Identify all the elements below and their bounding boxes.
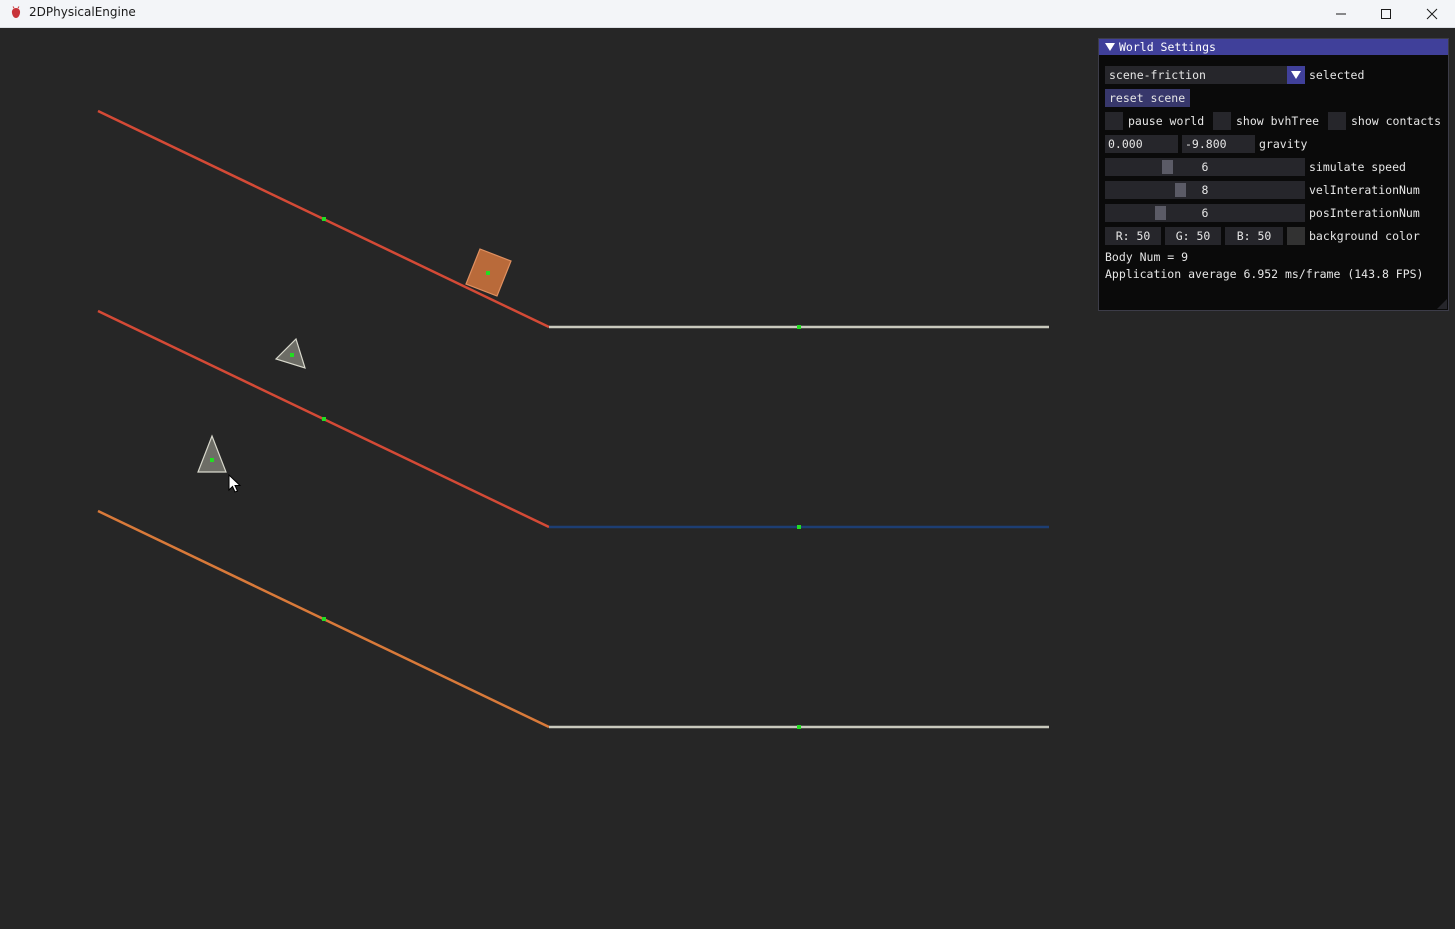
- show-contacts-label: show contacts: [1351, 114, 1442, 128]
- floor-middle-center: [797, 525, 801, 529]
- bg-color-g-input[interactable]: G: 50: [1165, 227, 1221, 245]
- reset-row: reset scene: [1105, 89, 1205, 107]
- slope-top-center: [322, 217, 326, 221]
- show-contacts-checkbox[interactable]: [1328, 112, 1346, 130]
- vel-iteration-row: 8 velInterationNum: [1105, 181, 1445, 199]
- bg-color-g-value: G: 50: [1175, 229, 1211, 243]
- bg-color-label: background color: [1309, 229, 1420, 243]
- bg-color-swatch[interactable]: [1287, 227, 1305, 245]
- triangle-2-center: [210, 458, 214, 462]
- simulate-speed-label: simulate speed: [1309, 160, 1406, 174]
- close-icon: [1426, 8, 1438, 19]
- bg-color-b-input[interactable]: B: 50: [1225, 227, 1283, 245]
- gravity-x-value: 0.000: [1108, 137, 1143, 151]
- simulate-speed-value: 6: [1201, 160, 1209, 174]
- scene-select-value: scene-friction: [1109, 68, 1206, 82]
- scene-select-row: scene-friction selected: [1105, 66, 1445, 84]
- body-num-text: Body Num = 9: [1105, 250, 1189, 264]
- gravity-y-input[interactable]: -9.800: [1182, 135, 1255, 153]
- vel-iteration-label: velInterationNum: [1309, 183, 1420, 197]
- triangle-body-2[interactable]: [197, 434, 227, 473]
- simulate-speed-slider[interactable]: 6: [1105, 158, 1305, 176]
- slope-middle-center: [322, 417, 326, 421]
- vel-iteration-slider[interactable]: 8: [1105, 181, 1305, 199]
- close-button[interactable]: [1409, 0, 1455, 27]
- bg-color-r-input[interactable]: R: 50: [1105, 227, 1161, 245]
- body-num-row: Body Num = 9: [1105, 248, 1445, 266]
- window-title: 2DPhysicalEngine: [29, 5, 136, 19]
- resize-grip[interactable]: [1437, 299, 1447, 309]
- world-settings-panel[interactable]: World Settings scene-friction selected r…: [1098, 38, 1449, 311]
- pause-world-label: pause world: [1128, 114, 1205, 128]
- show-bvhtree-checkbox[interactable]: [1213, 112, 1231, 130]
- panel-title: World Settings: [1119, 40, 1216, 54]
- scene-select[interactable]: scene-friction: [1105, 66, 1287, 84]
- mouse-cursor-icon: [228, 474, 242, 493]
- fps-text: Application average 6.952 ms/frame (143.…: [1105, 267, 1424, 281]
- show-bvhtree-label: show bvhTree: [1236, 114, 1320, 128]
- vel-iteration-value: 8: [1201, 183, 1209, 197]
- pos-iteration-row: 6 posInterationNum: [1105, 204, 1445, 222]
- box-center: [486, 271, 490, 275]
- gravity-label: gravity: [1259, 137, 1308, 151]
- scene-select-label: selected: [1309, 68, 1365, 82]
- simulate-speed-row: 6 simulate speed: [1105, 158, 1445, 176]
- gravity-x-input[interactable]: 0.000: [1105, 135, 1178, 153]
- collapse-arrow-icon[interactable]: [1105, 43, 1115, 52]
- fps-row: Application average 6.952 ms/frame (143.…: [1105, 265, 1445, 283]
- pos-iteration-value: 6: [1201, 206, 1209, 220]
- pos-iteration-label: posInterationNum: [1309, 206, 1420, 220]
- app-icon: [11, 6, 21, 18]
- reset-scene-button[interactable]: reset scene: [1105, 89, 1190, 107]
- gravity-row: 0.000 -9.800 gravity: [1105, 135, 1445, 153]
- checkbox-row: pause world show bvhTree show contacts: [1105, 112, 1445, 130]
- minimize-button[interactable]: [1318, 0, 1364, 27]
- slope-bottom-center: [322, 617, 326, 621]
- bg-color-b-value: B: 50: [1236, 229, 1272, 243]
- chevron-down-icon: [1291, 70, 1301, 79]
- maximize-button[interactable]: [1363, 0, 1409, 27]
- scene-select-arrow[interactable]: [1287, 66, 1305, 84]
- title-bar[interactable]: 2DPhysicalEngine: [0, 0, 1455, 28]
- floor-bottom-center: [797, 725, 801, 729]
- pos-iteration-slider[interactable]: 6: [1105, 204, 1305, 222]
- gravity-y-value: -9.800: [1185, 137, 1227, 151]
- reset-scene-label: reset scene: [1109, 91, 1186, 105]
- background-color-row: R: 50 G: 50 B: 50 background color: [1105, 227, 1445, 245]
- panel-header[interactable]: World Settings: [1099, 39, 1448, 55]
- floor-top-center: [797, 325, 801, 329]
- pause-world-checkbox[interactable]: [1105, 112, 1123, 130]
- bg-color-r-value: R: 50: [1115, 229, 1151, 243]
- minimize-icon: [1336, 13, 1346, 14]
- maximize-icon: [1381, 8, 1391, 19]
- triangle-1-center: [290, 353, 294, 357]
